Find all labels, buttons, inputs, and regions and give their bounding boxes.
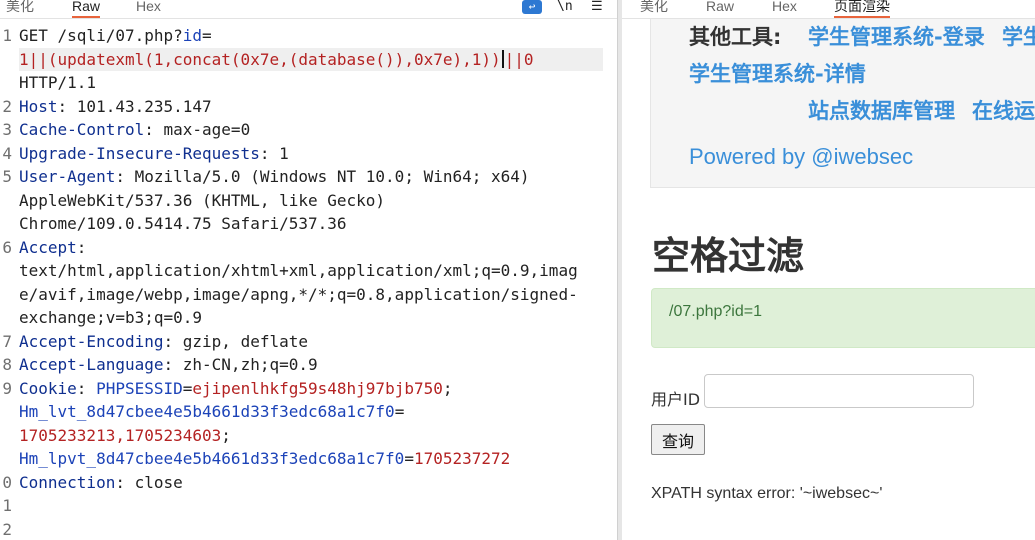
link-student[interactable]: 学生 — [1002, 21, 1035, 51]
header-key: Accept-Language — [19, 355, 164, 374]
response-view-tabs: 美化 Raw Hex 页面渲染 — [622, 0, 1035, 19]
header-value-cont: Chrome/109.0.5414.75 Safari/537.36 — [19, 214, 347, 233]
header-value: close — [134, 472, 183, 492]
http-version: HTTP/1.1 — [19, 73, 97, 92]
line-number: 4 — [2, 143, 12, 163]
link-db-admin[interactable]: 站点数据库管理 — [808, 95, 955, 125]
header-key: Connection — [19, 472, 116, 492]
line-number: 5 — [2, 167, 12, 186]
header-value: 1 — [279, 143, 289, 163]
request-view-tabs: 美化 Raw Hex ↩ \n ☰ — [0, 0, 617, 19]
header-key: User-Agent — [19, 167, 116, 186]
code-line-wrap: Hm_lpvt_8d47cbee4e5b4661d33f3edc68a1c7f0… — [19, 449, 511, 468]
param-name: id — [182, 26, 203, 45]
code-line: 1 GET /sqli/07.php?id= — [0, 24, 617, 48]
line-number: 2 — [2, 96, 12, 116]
hamburger-menu-icon[interactable]: ☰ — [591, 0, 603, 14]
header-upgrade-insecure: 4 Upgrade-Insecure-Requests: 1 — [0, 142, 617, 166]
line-number: 8 — [2, 355, 12, 374]
header-key: Cache-Control — [19, 120, 145, 139]
header-accept-language: 8 Accept-Language: zh-CN,zh;q=0.9 — [0, 353, 617, 377]
site-footer: 其他工具: 学生管理系统-登录 学生 学生管理系统-详情 站点数据库管理 在线运… — [650, 19, 1035, 188]
code-line-wrap: Chrome/109.0.5414.75 Safari/537.36 — [0, 212, 617, 236]
code-line-wrap: AppleWebKit/537.36 (KHTML, like Gecko) — [0, 189, 617, 213]
header-host: 2 Host: 101.43.235.147 — [0, 95, 617, 119]
header-cache-control: 3 Cache-Control: max-age=0 — [0, 118, 617, 142]
link-online[interactable]: 在线运 — [972, 95, 1035, 125]
header-value: Mozilla/5.0 (Windows NT 10.0; Win64; x64… — [134, 167, 530, 186]
page-title: 空格过滤 — [652, 234, 805, 278]
wrap-icon[interactable]: ↩ — [522, 0, 542, 14]
tab-pretty[interactable]: 美化 — [6, 0, 34, 16]
header-value: zh-CN,zh;q=0.9 — [182, 355, 318, 374]
header-connection: 0 Connection: close — [0, 471, 617, 495]
code-line-wrap: Hm_lvt_8d47cbee4e5b4661d33f3edc68a1c7f0= — [19, 402, 405, 421]
line-number: 9 — [2, 378, 12, 398]
cookie-name: Hm_lvt_8d47cbee4e5b4661d33f3edc68a1c7f0 — [19, 402, 395, 421]
header-key: Host — [19, 96, 58, 116]
tab-render[interactable]: 页面渲染 — [834, 0, 890, 18]
newline-toggle[interactable]: \n — [557, 0, 573, 14]
user-id-label: 用户ID — [651, 390, 701, 409]
link-student-detail[interactable]: 学生管理系统-详情 — [689, 58, 866, 88]
other-tools-label: 其他工具: — [689, 25, 782, 49]
header-accept-encoding: 7 Accept-Encoding: gzip, deflate — [0, 330, 617, 354]
request-line: GET /sqli/07.php? — [19, 26, 183, 45]
line-number: 2 — [2, 519, 12, 539]
code-line-wrap: exchange;v=b3;q=0.9 — [0, 306, 617, 330]
render-pane: 美化 Raw Hex 页面渲染 其他工具: 学生管理系统-登录 学生 学生管理系… — [622, 0, 1035, 540]
tab-pretty[interactable]: 美化 — [640, 0, 668, 16]
powered-by-link[interactable]: Powered by @iwebsec — [689, 144, 913, 170]
cookie-value: 1705237272 — [413, 449, 511, 468]
cookie-value: 1705233213,1705234603 — [19, 425, 222, 445]
header-value-cont: exchange;v=b3;q=0.9 — [19, 308, 203, 327]
header-value: gzip, deflate — [182, 331, 308, 351]
line-number: 6 — [2, 237, 12, 257]
header-value: 101.43.235.147 — [76, 96, 212, 116]
cookie-name: PHPSESSID — [96, 378, 183, 398]
line-number: 3 — [2, 120, 12, 139]
tab-hex[interactable]: Hex — [772, 0, 797, 16]
request-editor-pane: 美化 Raw Hex ↩ \n ☰ 1 GET /sqli/07.php?id=… — [0, 0, 617, 540]
sqli-payload: 1||(updatexml(1,concat(0x7e,(database())… — [19, 49, 501, 69]
line-number: 1 — [2, 26, 12, 45]
sqli-payload-tail: ||0 — [504, 49, 534, 69]
code-line-highlighted: 1||(updatexml(1,concat(0x7e,(database())… — [0, 47, 617, 71]
header-value-cont: AppleWebKit/537.36 (KHTML, like Gecko) — [19, 190, 386, 210]
xpath-error-message: XPATH syntax error: '~iwebsec~' — [651, 485, 883, 502]
param-eq: = — [202, 26, 212, 45]
code-line-empty: 1 — [0, 494, 617, 518]
link-student-login[interactable]: 学生管理系统-登录 — [808, 21, 985, 51]
cookie-value: ejipenlhkfg59s48hj97bjb750 — [192, 378, 443, 398]
tab-raw[interactable]: Raw — [72, 0, 101, 18]
header-key: Upgrade-Insecure-Requests — [19, 143, 260, 163]
code-line-wrap: text/html,application/xhtml+xml,applicat… — [0, 259, 617, 283]
code-line-wrap: e/avif,image/webp,image/apng,*/*;q=0.8,a… — [0, 283, 617, 307]
line-number: 7 — [2, 331, 12, 351]
code-line: HTTP/1.1 — [0, 71, 617, 95]
user-id-input[interactable] — [704, 374, 974, 408]
header-value-cont: e/avif,image/webp,image/apng,*/*;q=0.8,a… — [19, 284, 578, 304]
cookie-name: Hm_lpvt_8d47cbee4e5b4661d33f3edc68a1c7f0 — [19, 449, 405, 468]
code-line-empty: 2 — [0, 518, 617, 540]
url-alert: /07.php?id=1 — [651, 288, 1035, 348]
header-user-agent: 5 User-Agent: Mozilla/5.0 (Windows NT 10… — [0, 165, 617, 189]
code-line-wrap: 1705233213,1705234603; — [19, 425, 231, 445]
header-accept: 6 Accept: — [0, 236, 617, 260]
line-number: 0 — [2, 472, 12, 492]
alert-text: /07.php?id=1 — [669, 303, 762, 320]
header-value: max-age=0 — [163, 120, 251, 139]
request-code[interactable]: 1 GET /sqli/07.php?id= 1||(updatexml(1,c… — [0, 24, 617, 540]
text-cursor — [501, 49, 504, 68]
header-key: Accept — [19, 237, 77, 257]
header-key: Accept-Encoding — [19, 331, 164, 351]
query-button[interactable]: 查询 — [651, 424, 705, 455]
header-key: Cookie — [19, 378, 77, 398]
header-cookie: 9 Cookie: PHPSESSID=ejipenlhkfg59s48hj97… — [0, 377, 617, 401]
tab-hex[interactable]: Hex — [136, 0, 161, 16]
tab-raw[interactable]: Raw — [706, 0, 734, 16]
header-value-cont: text/html,application/xhtml+xml,applicat… — [19, 261, 578, 280]
line-number: 1 — [2, 496, 12, 515]
